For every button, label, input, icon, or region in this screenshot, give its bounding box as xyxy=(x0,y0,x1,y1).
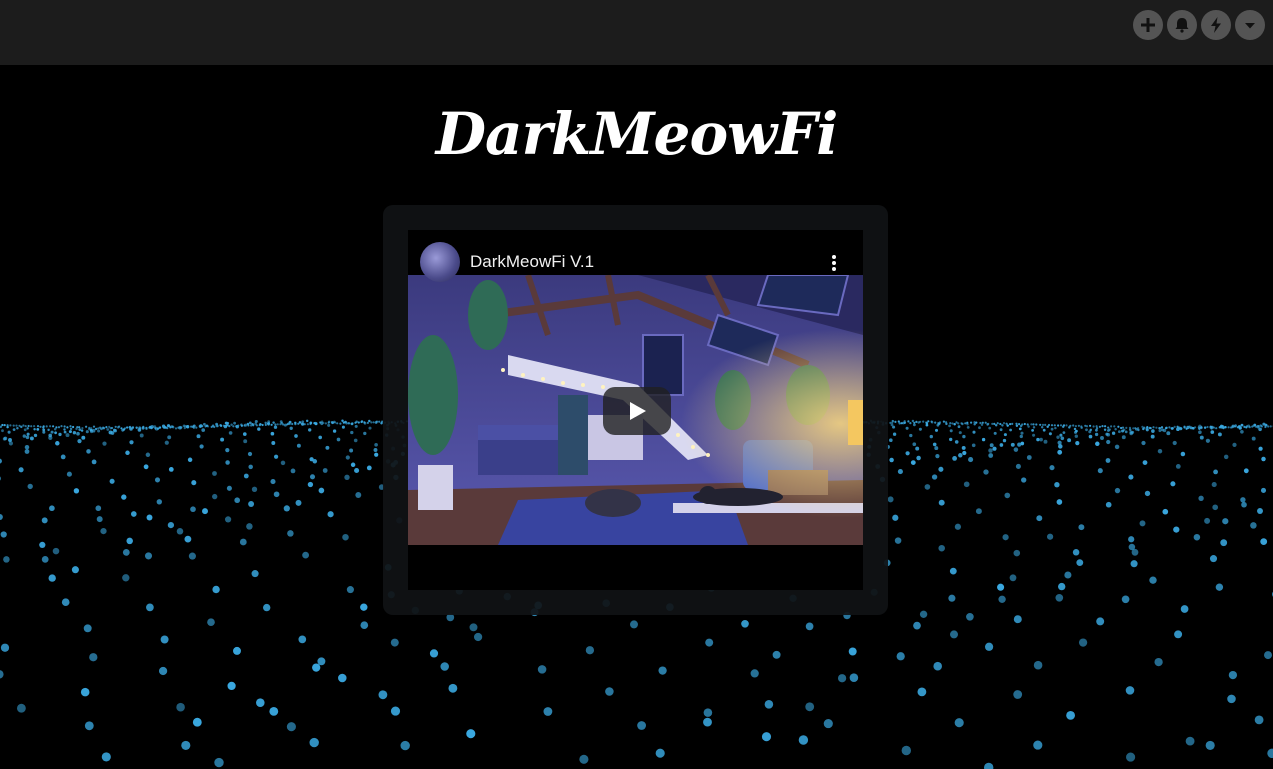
play-button[interactable] xyxy=(603,387,671,435)
play-icon xyxy=(630,402,646,420)
channel-avatar[interactable] xyxy=(420,242,460,282)
page-title: DarkMeowFi xyxy=(435,100,839,168)
video-title[interactable]: DarkMeowFi V.1 xyxy=(470,252,594,272)
more-vertical-icon[interactable] xyxy=(831,254,837,272)
video-card: DarkMeowFi V.1 xyxy=(383,205,888,615)
video-embed[interactable]: DarkMeowFi V.1 xyxy=(408,230,863,590)
